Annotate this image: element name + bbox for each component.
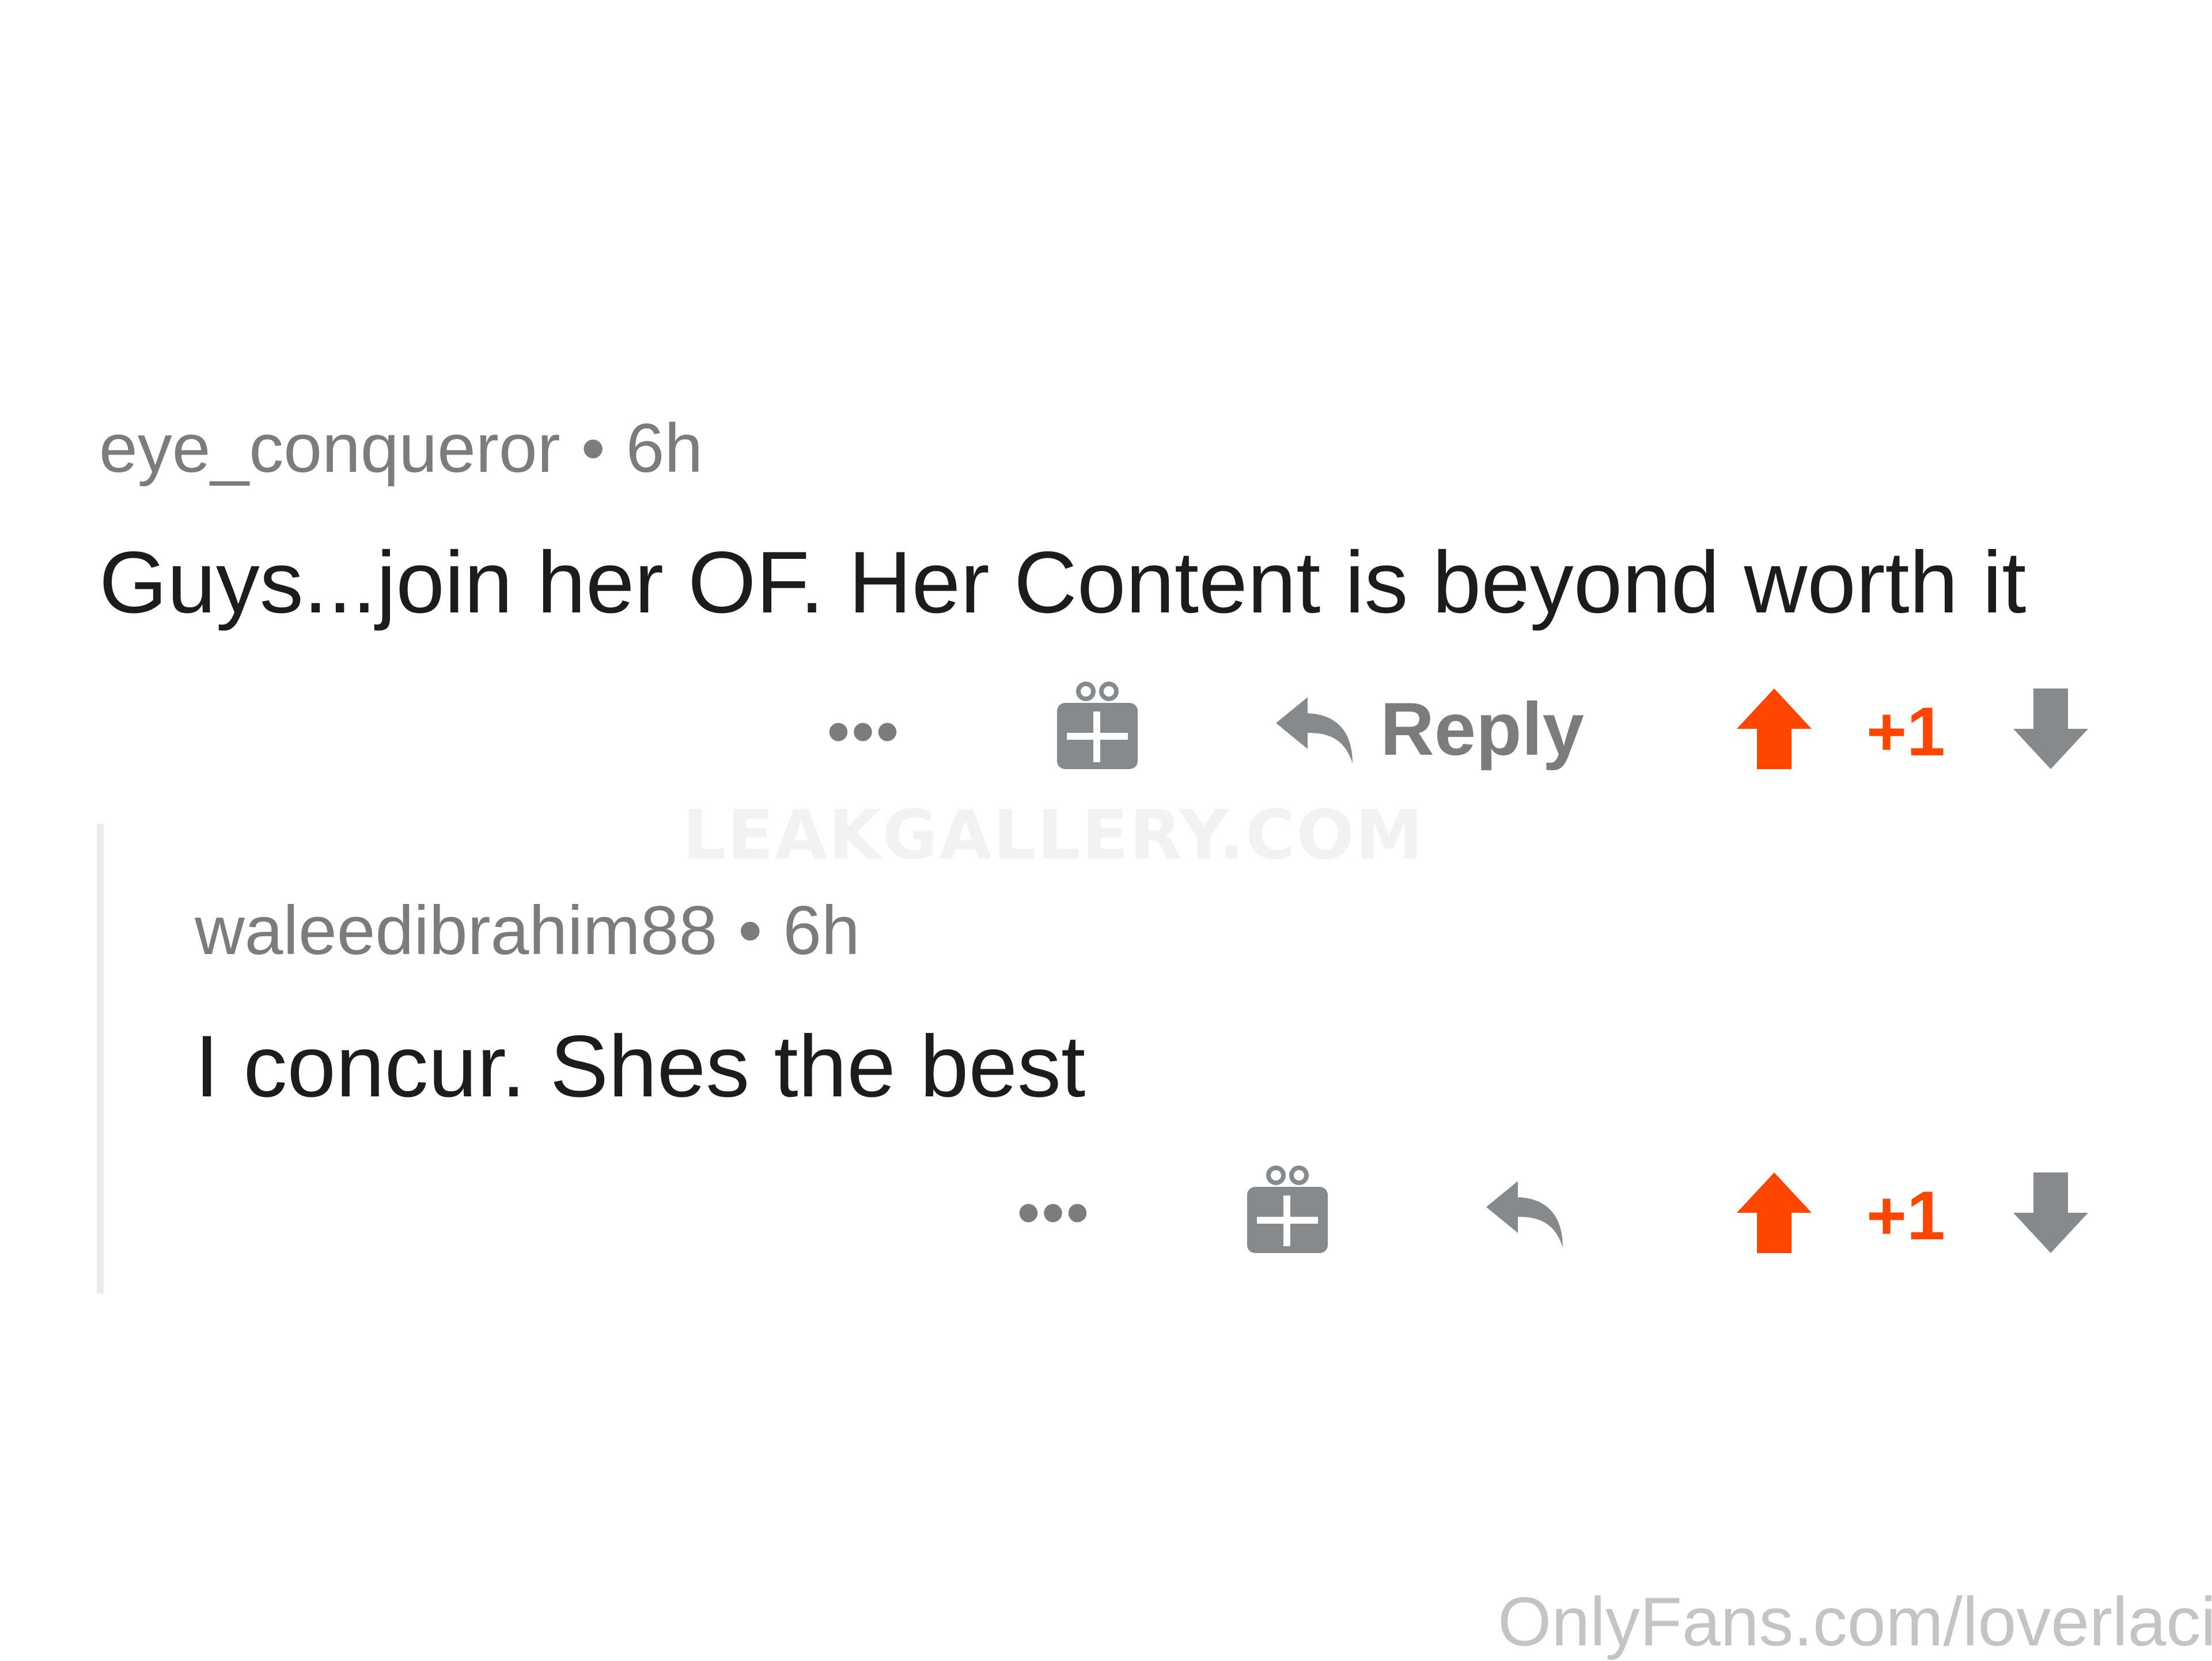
comment-age: 6h <box>783 892 860 969</box>
upvote-arrow-icon <box>1737 688 1812 769</box>
more-options-icon: ••• <box>827 696 901 767</box>
watermark-text: OnlyFans.com/loverlaci <box>1498 1583 2212 1660</box>
comment-text: I concur. Shes the best <box>195 1017 1086 1115</box>
reply-arrow-icon <box>1486 1181 1563 1247</box>
vote-score: +1 <box>1866 693 1945 770</box>
reply-button[interactable]: Reply <box>1273 686 1596 772</box>
downvote-button[interactable] <box>2010 683 2091 775</box>
downvote-button[interactable] <box>2010 1167 2091 1259</box>
upvote-button[interactable] <box>1734 683 1815 775</box>
more-options-button[interactable]: ••• <box>824 700 904 763</box>
gift-icon <box>1247 1166 1328 1253</box>
reply-arrow-icon <box>1276 697 1353 763</box>
comment-age: 6h <box>626 410 703 487</box>
downvote-arrow-icon <box>2013 688 2088 769</box>
reply-label: Reply <box>1380 687 1585 771</box>
watermark-text: LEAKGALLERY.COM <box>683 795 1425 875</box>
gift-icon <box>1057 682 1138 769</box>
comment-text: Guys...join her OF. Her Content is beyon… <box>99 534 2027 631</box>
meta-separator: • <box>581 410 605 487</box>
more-options-icon: ••• <box>1017 1177 1091 1248</box>
comment-meta: eye_conqueror • 6h <box>99 414 703 483</box>
vote-score: +1 <box>1866 1177 1945 1254</box>
downvote-arrow-icon <box>2013 1172 2088 1253</box>
reply-button[interactable] <box>1480 1170 1573 1256</box>
username[interactable]: eye_conqueror <box>99 410 560 487</box>
upvote-button[interactable] <box>1734 1167 1815 1259</box>
upvote-arrow-icon <box>1737 1172 1812 1253</box>
more-options-button[interactable]: ••• <box>1014 1181 1094 1244</box>
give-award-button[interactable] <box>1054 680 1141 772</box>
give-award-button[interactable] <box>1244 1164 1331 1256</box>
meta-separator: • <box>738 892 763 969</box>
comment-meta: waleedibrahim88 • 6h <box>195 896 860 965</box>
thread-line[interactable] <box>97 824 104 1293</box>
username[interactable]: waleedibrahim88 <box>195 892 717 969</box>
